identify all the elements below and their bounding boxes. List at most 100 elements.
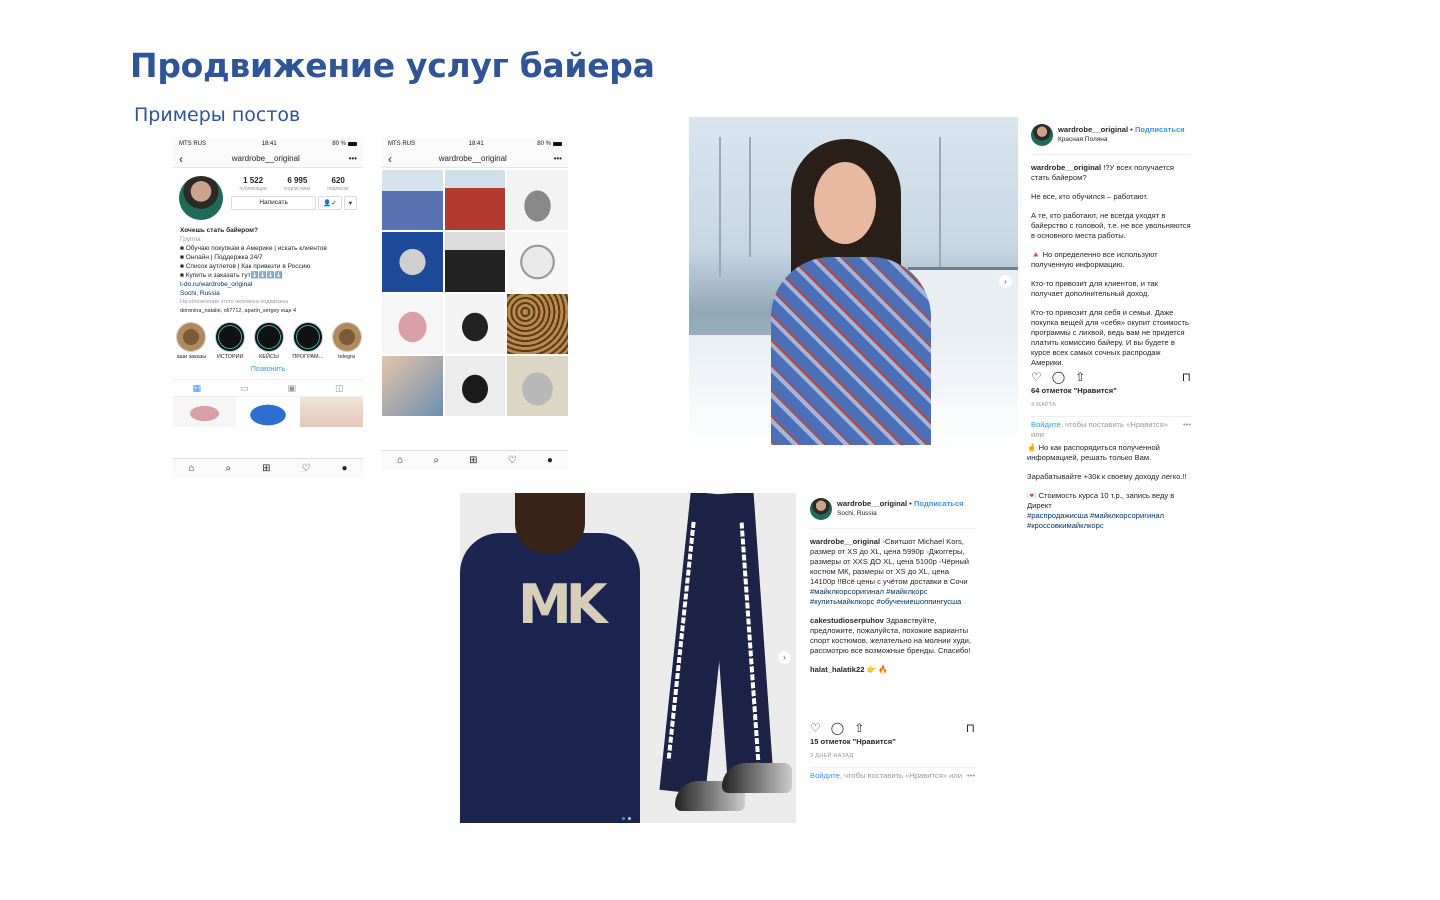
carousel-next-icon[interactable]: ›: [778, 651, 791, 664]
post-thumbnail[interactable]: [444, 294, 506, 354]
post-thumbnail[interactable]: [173, 397, 236, 427]
profile-avatar[interactable]: [179, 176, 223, 220]
followers-label: подписчики: [283, 186, 311, 192]
hair-shape: [515, 493, 585, 553]
follow-button[interactable]: Подписаться: [914, 499, 964, 508]
heart-icon[interactable]: ♡: [508, 455, 517, 466]
post1-details: wardrobe__original • Подписаться Красная…: [1031, 124, 1191, 440]
post-location[interactable]: Красная Поляна: [1058, 135, 1185, 145]
slide-title: Продвижение услуг байера: [130, 46, 655, 85]
call-button[interactable]: Позвонить: [173, 366, 363, 373]
post-thumbnail[interactable]: [507, 356, 568, 416]
likes-count[interactable]: 64 отметок "Нравится": [1031, 386, 1191, 396]
post-thumbnail[interactable]: [382, 170, 443, 230]
more-icon[interactable]: •••: [967, 771, 975, 781]
igtv-icon[interactable]: ▣: [287, 383, 296, 394]
bio-line: ■ Список аутлетов | Как привезти в Росси…: [180, 263, 311, 270]
back-icon[interactable]: ‹: [388, 153, 392, 165]
highlight-item[interactable]: ПРОГРАМ...: [291, 322, 324, 360]
bookmark-icon[interactable]: ⊓: [966, 722, 975, 734]
highlight-item[interactable]: telegra: [330, 322, 363, 360]
search-icon[interactable]: ⌕: [433, 455, 439, 466]
more-icon[interactable]: •••: [554, 154, 562, 163]
search-icon[interactable]: ⌕: [226, 463, 232, 474]
profile-icon[interactable]: ●: [547, 455, 553, 466]
post-thumbnail[interactable]: [507, 232, 568, 292]
post-thumbnail[interactable]: [507, 170, 568, 230]
hashtags[interactable]: #майклкорсоригинал #майклкорс #купитьмай…: [810, 587, 975, 607]
dress-shape: [771, 257, 931, 445]
post-username[interactable]: wardrobe__original: [1058, 125, 1128, 134]
profile-navbar: ‹ wardrobe__original •••: [173, 150, 363, 168]
post-thumbnail[interactable]: [236, 397, 300, 427]
more-icon[interactable]: •••: [1183, 420, 1191, 440]
likes-count[interactable]: 15 отметок "Нравится": [810, 737, 975, 747]
comment-icon[interactable]: ◯: [1052, 371, 1065, 383]
post1-photo[interactable]: ›: [689, 117, 1018, 445]
chevron-down-icon[interactable]: ▾: [343, 196, 357, 210]
avatar[interactable]: [810, 498, 832, 520]
highlight-item[interactable]: ИСТОРИИ: [214, 322, 247, 360]
battery: 80 %: [537, 141, 562, 147]
heart-icon[interactable]: ♡: [301, 463, 310, 474]
following-count[interactable]: 620: [332, 176, 345, 185]
post-location[interactable]: Sochi, Russia: [837, 509, 964, 519]
heart-icon[interactable]: ♡: [810, 722, 821, 734]
post-thumbnail[interactable]: [444, 170, 506, 230]
posts-count: 1 522: [243, 176, 264, 185]
caption-paragraph: 💌 Стоимость курса 10 т.р., запись веду в…: [1027, 491, 1175, 510]
bio-link[interactable]: t-do.ru/wardrobe_original: [180, 280, 356, 289]
login-link[interactable]: Войдите: [1031, 420, 1061, 429]
comment-icon[interactable]: ◯: [831, 722, 844, 734]
comment: halat_halatik22 👉 🔥: [810, 665, 888, 674]
post2-photo[interactable]: MK ›: [460, 493, 796, 823]
carousel-next-icon[interactable]: ›: [999, 275, 1012, 288]
home-icon[interactable]: ⌂: [397, 455, 403, 466]
home-icon[interactable]: ⌂: [188, 463, 194, 474]
post-thumbnail[interactable]: [300, 397, 363, 427]
profile-icon[interactable]: ●: [341, 463, 347, 474]
bio-title: Хочешь стать байером?: [180, 227, 258, 234]
highlight-item[interactable]: аши заказы: [175, 322, 208, 360]
posts-label: публикации: [239, 186, 267, 192]
caption-paragraph: Не все, кто обучился – работают.: [1031, 192, 1149, 201]
message-button[interactable]: Написать: [231, 196, 317, 210]
following-label: подписки: [327, 186, 349, 192]
post-thumbnail[interactable]: [382, 294, 443, 354]
bio-location[interactable]: Sochi, Russia: [180, 289, 356, 298]
slide-subtitle: Примеры постов: [134, 104, 301, 126]
back-icon[interactable]: ‹: [179, 153, 183, 165]
highlight-item[interactable]: КЕЙСЫ: [253, 322, 286, 360]
post-date: 3 ДНЕЙ НАЗАД: [810, 753, 854, 759]
bio-line: ■ Онлайн | Поддержка 24/7: [180, 254, 263, 261]
tagged-icon[interactable]: ◫: [335, 383, 344, 394]
more-icon[interactable]: •••: [349, 154, 357, 163]
share-icon[interactable]: ⇧: [1075, 371, 1085, 383]
following-status-button[interactable]: 👤✓: [318, 196, 342, 210]
post-thumbnail[interactable]: [382, 232, 443, 292]
login-link[interactable]: Войдите: [810, 771, 840, 780]
profile-thumbnails: [173, 397, 363, 427]
list-icon[interactable]: ▭: [240, 383, 249, 394]
hashtags[interactable]: #распродажисша #майклкорсоригинал #кросс…: [1027, 511, 1192, 531]
clock: 18:41: [468, 141, 484, 147]
mk-logo: MK: [518, 573, 608, 636]
mast-shape: [939, 137, 941, 277]
profile-bio: Хочешь стать байером? Группа ■ Обучаю по…: [173, 220, 363, 316]
avatar[interactable]: [1031, 124, 1053, 146]
add-icon[interactable]: ⊞: [469, 455, 477, 466]
carousel-dots: [622, 817, 631, 820]
post-thumbnail[interactable]: [444, 232, 506, 292]
follow-button[interactable]: Подписаться: [1135, 125, 1185, 134]
post-thumbnail[interactable]: [444, 356, 506, 416]
share-icon[interactable]: ⇧: [854, 722, 864, 734]
face-shape: [814, 162, 876, 244]
add-icon[interactable]: ⊞: [262, 463, 270, 474]
bookmark-icon[interactable]: ⊓: [1182, 371, 1191, 383]
followers-count[interactable]: 6 995: [287, 176, 307, 185]
post-thumbnail[interactable]: [382, 356, 443, 416]
grid-icon[interactable]: ▦: [192, 383, 201, 394]
post-thumbnail[interactable]: [507, 294, 568, 354]
heart-icon[interactable]: ♡: [1031, 371, 1042, 383]
post-username[interactable]: wardrobe__original: [837, 499, 907, 508]
